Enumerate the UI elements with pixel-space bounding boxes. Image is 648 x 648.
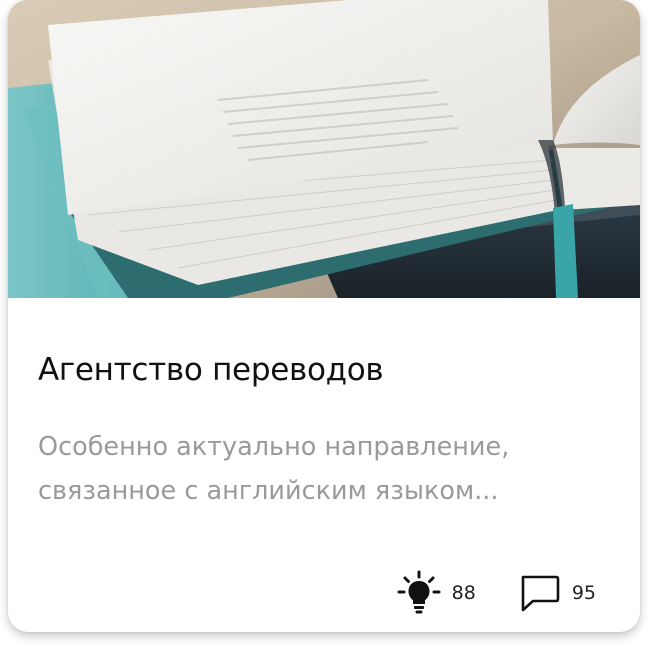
lightbulb-icon <box>397 570 441 614</box>
card-description: Особенно актуально направление, связанно… <box>38 425 608 513</box>
comments-stat[interactable]: 95 <box>518 571 596 615</box>
likes-count: 88 <box>451 582 476 604</box>
article-card[interactable]: Агентство переводов Особенно актуально н… <box>8 0 640 632</box>
likes-stat[interactable]: 88 <box>396 570 476 616</box>
description-line: связанное с английским языком... <box>38 476 499 506</box>
card-title[interactable]: Агентство переводов <box>38 352 384 388</box>
card-stats: 88 95 <box>396 570 596 616</box>
speech-bubble-icon <box>521 575 560 612</box>
description-line: Особенно актуально направление, <box>38 432 510 462</box>
book-photo <box>8 0 640 298</box>
comments-count: 95 <box>571 582 596 604</box>
